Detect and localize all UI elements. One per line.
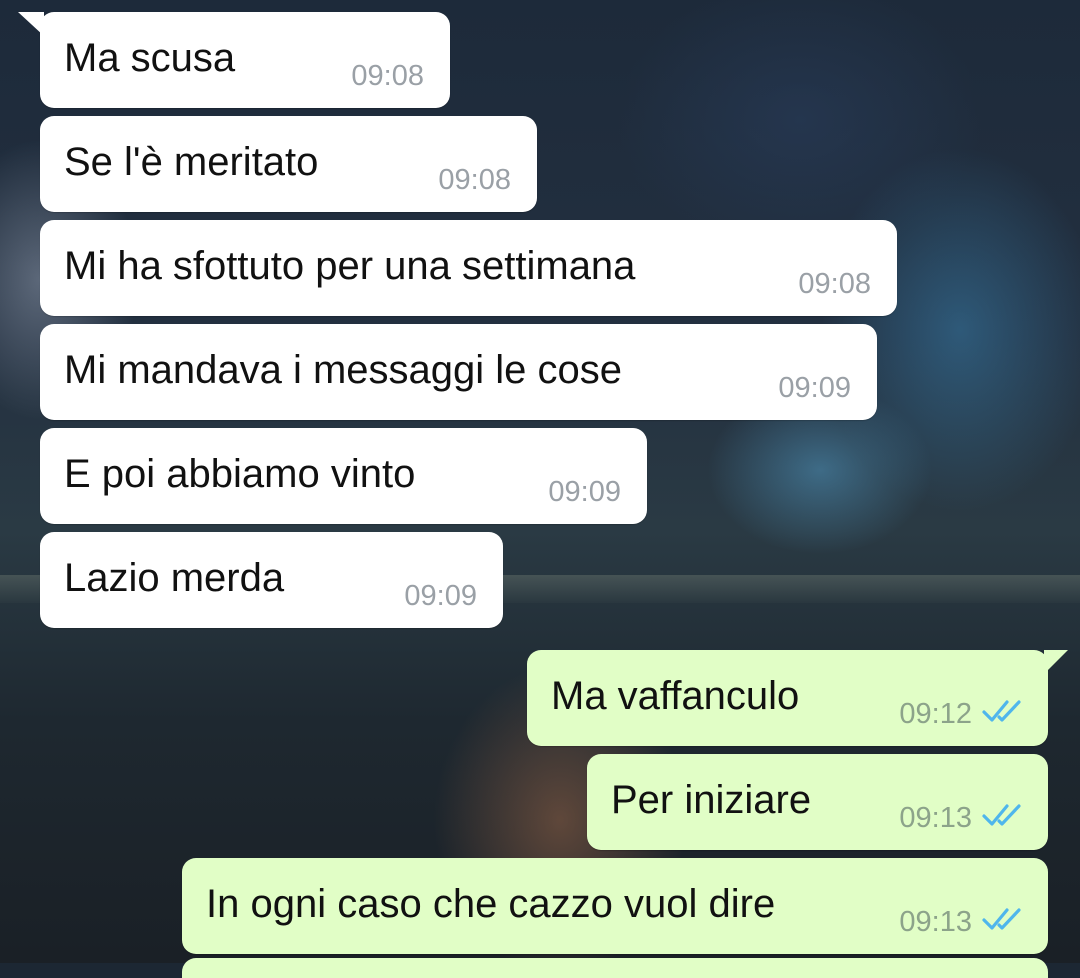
message-time: 09:13 (899, 906, 972, 938)
bubble-tail (18, 12, 44, 36)
message-bubble-outgoing[interactable]: Ma vaffanculo 09:12 (527, 650, 1068, 746)
message-text: Mi ha sfottuto per una settimana (64, 244, 636, 288)
message-time: 09:08 (351, 60, 424, 92)
message-time: 09:09 (404, 580, 477, 612)
message-text: Mi mandava i messaggi le cose (64, 348, 623, 392)
message-bubble-incoming[interactable]: Mi ha sfottuto per una settimana 09:08 (40, 220, 897, 316)
message-time: 09:12 (899, 698, 972, 730)
double-check-icon (982, 908, 1021, 930)
message-bubble-incoming[interactable]: Se l'è meritato 09:08 (40, 116, 537, 212)
message-bubble-outgoing[interactable]: In ogni caso che cazzo vuol dire 09:13 (182, 858, 1048, 954)
message-bubble-incoming[interactable]: Lazio merda 09:09 (40, 532, 503, 628)
message-text: Se l'è meritato (64, 140, 319, 184)
message-text: E poi abbiamo vinto (64, 452, 416, 496)
message-time: 09:09 (548, 476, 621, 508)
message-time: 09:09 (778, 372, 851, 404)
message-bubble-incoming[interactable]: E poi abbiamo vinto 09:09 (40, 428, 647, 524)
message-bubble-incoming[interactable]: Mi mandava i messaggi le cose 09:09 (40, 324, 877, 420)
message-text: Lazio merda (64, 556, 285, 600)
message-bubble-outgoing[interactable]: Per iniziare 09:13 (587, 754, 1048, 850)
message-bubble-incoming[interactable]: Ma scusa 09:08 (18, 12, 450, 108)
message-text: In ogni caso che cazzo vuol dire (206, 882, 776, 926)
message-list[interactable]: Ma scusa 09:08 Se l'è meritato 09:08 Mi … (0, 0, 1080, 978)
message-text: Ma vaffanculo (551, 674, 800, 718)
message-text: Per iniziare (611, 778, 812, 822)
message-time: 09:13 (899, 802, 972, 834)
message-bubble-outgoing-partial[interactable] (182, 958, 1048, 978)
message-text: Ma scusa (64, 36, 236, 80)
message-time: 09:08 (438, 164, 511, 196)
double-check-icon (982, 804, 1021, 826)
message-time: 09:08 (798, 268, 871, 300)
double-check-icon (982, 700, 1021, 722)
bubble-tail (1044, 650, 1068, 674)
